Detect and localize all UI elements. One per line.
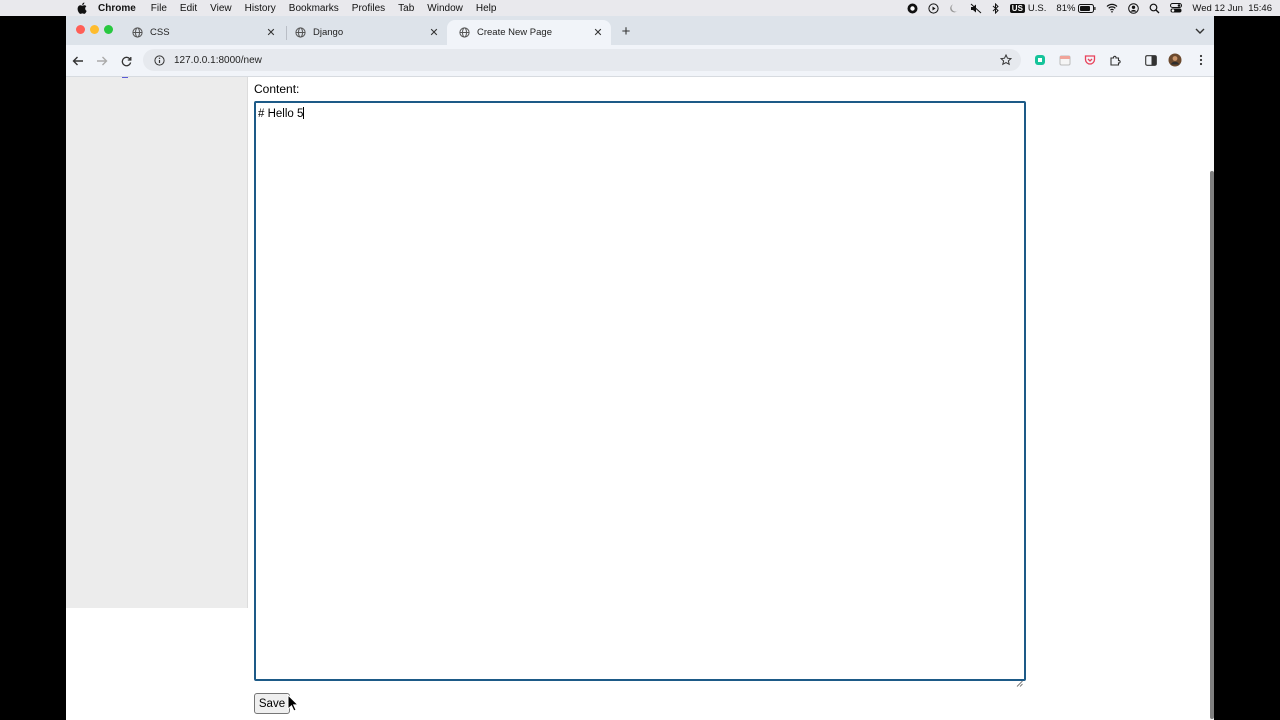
menu-app-name[interactable]: Chrome [98,3,136,14]
page-viewport: Content: # Hello 5 Save [66,77,1214,720]
reload-icon[interactable] [118,53,134,69]
mute-icon[interactable] [970,3,982,14]
tab-close-icon[interactable]: ✕ [591,26,605,40]
calendar-extension-icon[interactable] [1058,53,1072,67]
side-panel-icon[interactable] [1144,53,1158,67]
menu-help[interactable]: Help [476,3,497,14]
pocket-extension-icon[interactable] [1083,53,1097,67]
globe-icon [459,27,470,38]
text-caret [303,107,305,119]
star-icon[interactable] [999,53,1013,67]
content-textarea[interactable]: # Hello 5 [254,101,1026,681]
input-source-label: U.S. [1027,2,1047,14]
tab-title: Django [313,27,344,38]
browser-toolbar: 127.0.0.1:8000/new [66,45,1214,77]
tab-title: CSS [150,27,170,38]
tab-title: Create New Page [477,27,552,38]
macos-menu-bar: Chrome File Edit View History Bookmarks … [0,0,1280,16]
menu-profiles[interactable]: Profiles [352,3,385,14]
arrow-right-icon[interactable] [94,53,110,69]
menu-window[interactable]: Window [427,3,463,14]
resize-grip-icon[interactable] [1016,674,1023,687]
control-center-icon[interactable] [1170,3,1183,13]
new-tab-button[interactable]: + [618,23,634,40]
menu-tab[interactable]: Tab [398,3,414,14]
scrollbar-thumb[interactable] [1210,171,1214,719]
clock-datetime[interactable]: Wed 12 Jun 15:46 [1192,3,1272,14]
more-vertical-icon[interactable] [1194,53,1208,67]
page-scrollbar[interactable] [1210,77,1214,720]
window-minimize-button[interactable] [90,25,99,34]
battery-icon [1078,3,1096,13]
tab-django[interactable]: Django ✕ [283,20,447,45]
menu-file[interactable]: File [151,3,167,14]
tab-close-icon[interactable]: ✕ [264,26,278,40]
address-bar[interactable]: 127.0.0.1:8000/new [143,49,1021,71]
globe-icon [295,27,306,38]
tab-css[interactable]: CSS ✕ [120,20,284,45]
tab-close-icon[interactable]: ✕ [427,26,441,40]
screen-record-icon[interactable] [907,3,918,14]
bluetooth-icon[interactable] [992,2,1000,14]
input-source[interactable]: US U.S. [1009,2,1047,14]
page-sidebar [66,77,248,608]
mouse-pointer-icon [287,693,300,712]
window-zoom-button[interactable] [104,25,113,34]
apple-icon[interactable] [76,2,88,14]
user-icon[interactable] [1128,2,1140,14]
window-close-button[interactable] [76,25,85,34]
sidebar-link-fragment[interactable] [122,77,128,78]
content-value: # Hello 5 [258,108,304,120]
chevron-down-icon[interactable] [1192,23,1208,39]
grammarly-extension-icon[interactable] [1033,53,1047,67]
arrow-left-icon[interactable] [70,53,86,69]
play-icon[interactable] [928,2,939,14]
url-text[interactable]: 127.0.0.1:8000/new [174,55,999,66]
tab-strip: CSS ✕ Django ✕ Create New Page ✕ + [66,16,1214,45]
menu-edit[interactable]: Edit [180,3,197,14]
spotlight-search-icon[interactable] [1149,3,1160,14]
battery[interactable]: 81% [1056,3,1096,14]
battery-percent: 81% [1056,2,1076,14]
browser-window: CSS ✕ Django ✕ Create New Page ✕ + 127.0… [66,16,1214,720]
wifi-icon[interactable] [1106,3,1118,13]
menu-bookmarks[interactable]: Bookmarks [289,3,339,14]
tab-create-new-page[interactable]: Create New Page ✕ [447,20,611,45]
content-label: Content: [254,82,300,96]
menu-history[interactable]: History [245,3,276,14]
moon-icon[interactable] [949,3,960,14]
input-source-badge: US [1009,3,1025,13]
info-icon[interactable] [152,53,166,67]
menu-view[interactable]: View [210,3,232,14]
save-button[interactable]: Save [254,693,290,714]
avatar[interactable] [1168,53,1182,67]
screen: Chrome File Edit View History Bookmarks … [0,0,1280,720]
status-area: US U.S. 81% Wed 12 Jun 15:46 [907,0,1280,16]
puzzle-icon[interactable] [1108,53,1122,67]
globe-icon [132,27,143,38]
